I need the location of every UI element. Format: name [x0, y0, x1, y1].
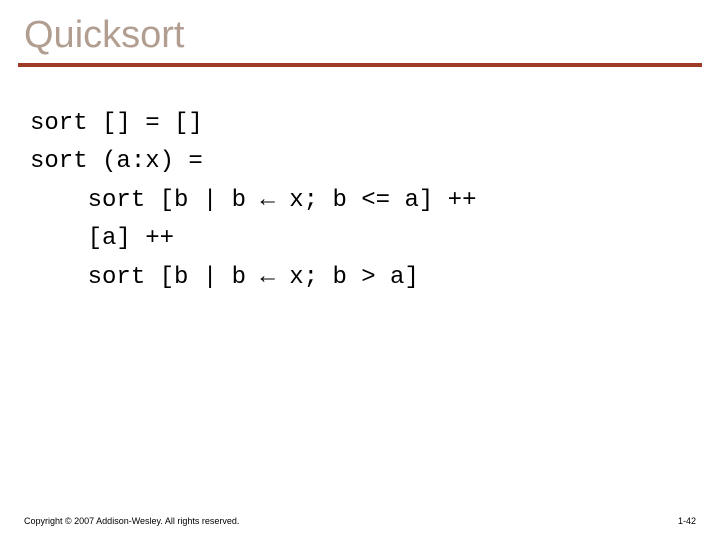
code-line: [a] ++ — [30, 225, 174, 252]
code-line: sort [b | b ← x; b > a] — [30, 264, 419, 291]
footer: Copyright © 2007 Addison-Wesley. All rig… — [24, 516, 696, 526]
slide-title: Quicksort — [0, 0, 720, 63]
code-block: sort [] = [] sort (a:x) = sort [b | b ← … — [0, 67, 720, 297]
copyright-text: Copyright © 2007 Addison-Wesley. All rig… — [24, 516, 239, 526]
slide: Quicksort sort [] = [] sort (a:x) = sort… — [0, 0, 720, 540]
code-line: sort [b | b ← x; b <= a] ++ — [30, 187, 476, 214]
code-line: sort [] = [] — [30, 110, 203, 137]
page-number: 1-42 — [678, 516, 696, 526]
code-line: sort (a:x) = — [30, 148, 203, 175]
